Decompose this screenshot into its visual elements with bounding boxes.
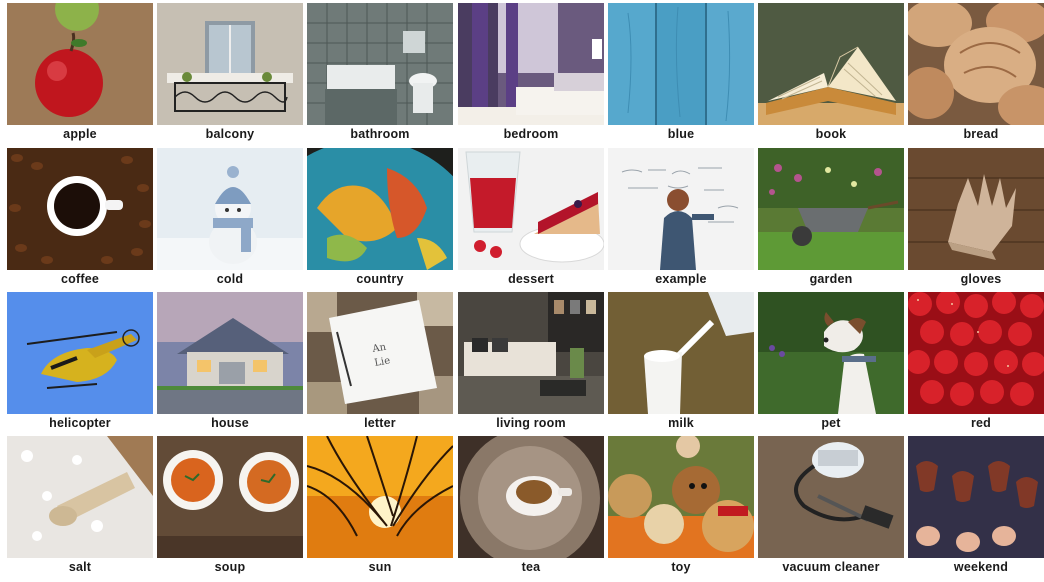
card-label: bathroom [350, 127, 410, 141]
card-helicopter[interactable]: helicopter [7, 292, 153, 432]
card-cold[interactable]: cold [157, 148, 303, 288]
card-vacuum-cleaner[interactable]: vacuum cleaner [758, 436, 904, 576]
card-label: gloves [960, 272, 1002, 286]
card-label: example [655, 272, 707, 286]
apple-image [7, 3, 153, 125]
card-soup[interactable]: soup [157, 436, 303, 576]
gloves-image [908, 148, 1044, 270]
book-image [758, 3, 904, 125]
card-label: blue [667, 127, 695, 141]
garden-image [758, 148, 904, 270]
wine-glasses-image [908, 436, 1044, 558]
vocabulary-grid: apple balcony bathroom bedroom blue book… [0, 0, 1044, 582]
card-label: living room [496, 416, 566, 430]
vacuum-cleaner-image [758, 436, 904, 558]
card-milk[interactable]: milk [608, 292, 754, 432]
bread-image [908, 3, 1044, 125]
card-label: book [815, 127, 847, 141]
card-weekend[interactable]: weekend [908, 436, 1044, 576]
card-label: milk [668, 416, 694, 430]
living-room-image [458, 292, 604, 414]
card-label: vacuum cleaner [782, 560, 880, 574]
card-bathroom[interactable]: bathroom [307, 3, 453, 143]
card-garden[interactable]: garden [758, 148, 904, 288]
card-tea[interactable]: tea [458, 436, 604, 576]
teddy-bears-image [608, 436, 754, 558]
sunset-image [307, 436, 453, 558]
card-house[interactable]: house [157, 292, 303, 432]
blue-wood-image [608, 3, 754, 125]
tea-image [458, 436, 604, 558]
card-toy[interactable]: toy [608, 436, 754, 576]
card-label: apple [63, 127, 97, 141]
card-bread[interactable]: bread [908, 3, 1044, 143]
card-sun[interactable]: sun [307, 436, 453, 576]
card-label: letter [364, 416, 396, 430]
cold-image [157, 148, 303, 270]
card-label: weekend [953, 560, 1009, 574]
globe-image [307, 148, 453, 270]
card-salt[interactable]: salt [7, 436, 153, 576]
dog-image [758, 292, 904, 414]
card-letter[interactable]: An Lie letter [307, 292, 453, 432]
card-apple[interactable]: apple [7, 3, 153, 143]
strawberries-image [908, 292, 1044, 414]
card-label: house [211, 416, 249, 430]
card-label: soup [214, 560, 246, 574]
card-pet[interactable]: pet [758, 292, 904, 432]
soup-image [157, 436, 303, 558]
coffee-image [7, 148, 153, 270]
card-label: tea [521, 560, 541, 574]
milk-image [608, 292, 754, 414]
card-coffee[interactable]: coffee [7, 148, 153, 288]
card-book[interactable]: book [758, 3, 904, 143]
card-balcony[interactable]: balcony [157, 3, 303, 143]
card-label: balcony [205, 127, 255, 141]
card-label: bread [963, 127, 999, 141]
bedroom-image [458, 3, 604, 125]
card-country[interactable]: country [307, 148, 453, 288]
whiteboard-image [608, 148, 754, 270]
card-label: coffee [60, 272, 100, 286]
salt-image [7, 436, 153, 558]
card-label: country [356, 272, 404, 286]
house-image [157, 292, 303, 414]
card-red[interactable]: red [908, 292, 1044, 432]
card-label: helicopter [49, 416, 111, 430]
card-label: salt [68, 560, 92, 574]
balcony-image [157, 3, 303, 125]
helicopter-image [7, 292, 153, 414]
card-label: dessert [508, 272, 554, 286]
card-label: toy [671, 560, 691, 574]
card-living-room[interactable]: living room [458, 292, 604, 432]
dessert-image [458, 148, 604, 270]
card-bedroom[interactable]: bedroom [458, 3, 604, 143]
bathroom-image [307, 3, 453, 125]
letter-image: An Lie [307, 292, 453, 414]
card-blue[interactable]: blue [608, 3, 754, 143]
card-dessert[interactable]: dessert [458, 148, 604, 288]
card-gloves[interactable]: gloves [908, 148, 1044, 288]
card-label: cold [216, 272, 244, 286]
card-label: red [970, 416, 992, 430]
card-label: pet [821, 416, 841, 430]
card-label: sun [368, 560, 392, 574]
card-example[interactable]: example [608, 148, 754, 288]
card-label: bedroom [503, 127, 559, 141]
card-label: garden [809, 272, 853, 286]
